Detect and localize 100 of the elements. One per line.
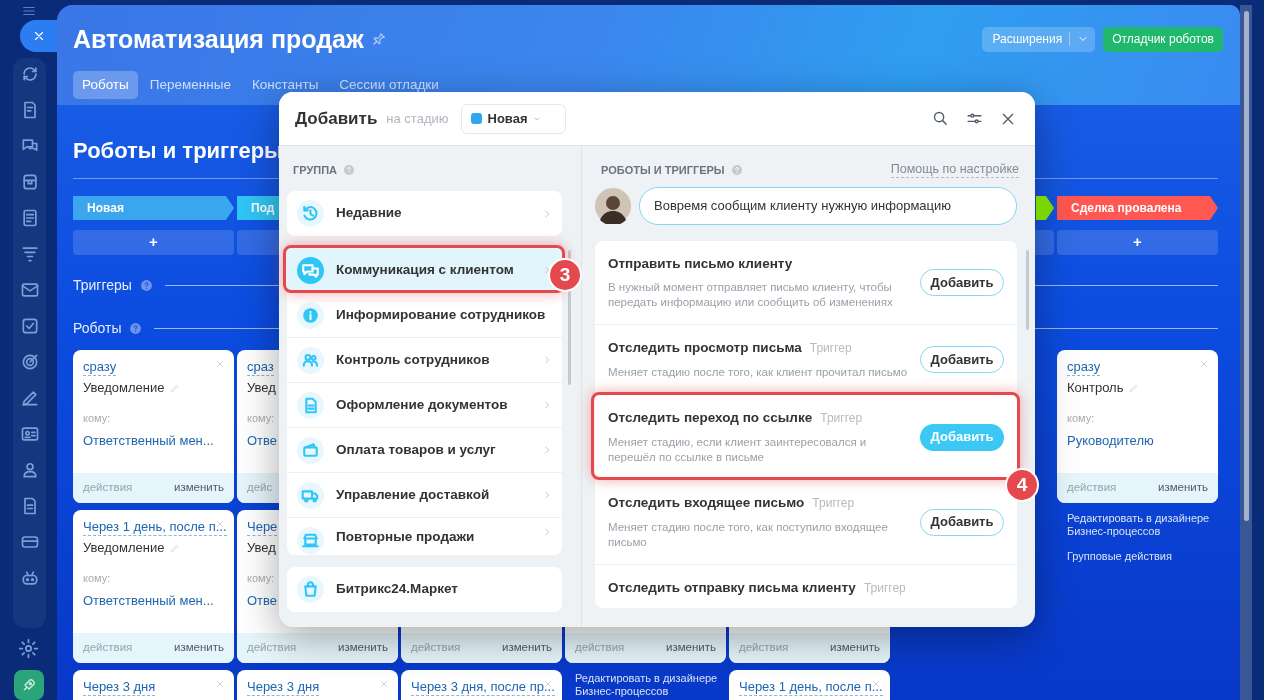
robot-type: Увед xyxy=(247,539,276,556)
scrollbar[interactable] xyxy=(568,250,571,385)
robot-description: В нужный момент отправляет письмо клиенту, чтобы передать информацию или сообщить об изменениях xyxy=(608,280,894,310)
delay-link[interactable]: Чере xyxy=(247,518,278,536)
id-card-icon[interactable] xyxy=(19,424,40,444)
delay-link[interactable]: Через 1 день, после п... xyxy=(739,678,883,696)
delay-link[interactable]: сразу xyxy=(1067,358,1101,376)
store-icon xyxy=(297,527,324,554)
history-icon xyxy=(297,200,324,227)
section-title: Роботы и триггеры xyxy=(73,138,284,164)
edit-link[interactable]: изменить xyxy=(173,479,224,497)
callout-badge: 4 xyxy=(1005,468,1039,502)
robot-description: Меняет стадию, если клиент заинтересовался и перешёл по ссылке в письме xyxy=(608,435,868,465)
pipeline-stage: Новая xyxy=(73,196,234,220)
document-icon xyxy=(297,391,324,419)
group-label: Битрикс24.Маркет xyxy=(336,580,458,599)
delay-link[interactable]: Через 3 дня xyxy=(247,678,320,696)
edit-link[interactable]: изменить xyxy=(665,639,716,657)
delay-link[interactable]: сраз xyxy=(247,358,274,376)
chevron-right-icon xyxy=(542,400,552,410)
trigger-tag: Триггер xyxy=(863,579,906,597)
robot-title: Отследить входящее письмо xyxy=(608,494,805,511)
group-item[interactable]: Оплата товаров и услуг xyxy=(287,428,562,473)
group-item[interactable]: Контроль сотрудников xyxy=(287,338,562,383)
designer-link[interactable]: Групповые действия xyxy=(1067,550,1212,563)
delay-link[interactable]: сразу xyxy=(83,358,117,376)
chevron-right-icon xyxy=(542,445,552,455)
group-label: Повторные продажи xyxy=(336,528,475,546)
wallet-icon xyxy=(297,436,324,464)
section-label: Триггеры xyxy=(73,276,132,295)
designer-link[interactable]: Редактировать в дизайнере Бизнес-процессов xyxy=(575,672,720,698)
trigger-tag: Триггер xyxy=(812,494,855,512)
chevron-right-icon xyxy=(542,208,552,219)
pipeline-stage: Сделка провалена xyxy=(1057,196,1218,220)
people-icon xyxy=(297,346,324,374)
robots-heading: РОБОТЫ И ТРИГГЕРЫ xyxy=(601,162,725,178)
robot-description: Меняет стадию после того, как поступило входящее письмо xyxy=(608,520,889,550)
designer-link[interactable]: Редактировать в дизайнере Бизнес-процессов xyxy=(1067,512,1212,538)
callout-badge: 3 xyxy=(548,258,582,292)
chat-icon xyxy=(297,256,324,284)
scrollbar[interactable] xyxy=(1243,11,1249,521)
search-icon[interactable] xyxy=(932,110,949,127)
delay-link[interactable]: Через 3 дня xyxy=(83,678,156,696)
robot-type: Увед xyxy=(247,379,276,396)
robot-description: Меняет стадию после того, как клиент прочитал письмо xyxy=(608,365,908,380)
group-label: Контроль сотрудников xyxy=(336,350,490,369)
recipient-label: кому: xyxy=(83,571,112,586)
recipient-label: кому: xyxy=(1067,411,1096,426)
info-icon xyxy=(297,301,324,329)
chevron-right-icon xyxy=(542,355,552,365)
add-robot-button[interactable]: + xyxy=(73,230,234,255)
help-link[interactable]: Помощь по настройке xyxy=(890,162,1019,178)
robot-type: Контроль xyxy=(1067,379,1124,396)
edit-link[interactable]: изменить xyxy=(501,639,552,657)
edit-link[interactable]: изменить xyxy=(1157,479,1208,497)
group-item[interactable]: Управление доставкой xyxy=(287,473,562,518)
dialog-title: Добавить xyxy=(295,107,378,130)
recipient-link[interactable]: Ответственный мен... xyxy=(83,430,224,450)
menu-icon[interactable] xyxy=(20,4,38,18)
edit-link[interactable]: изменить xyxy=(829,639,880,657)
robot-title: Отследить отправку письма клиенту xyxy=(608,579,856,596)
stage-dropdown[interactable]: Новая xyxy=(460,103,567,134)
recipient-link[interactable]: Руководителю xyxy=(1067,430,1208,450)
robot-type: Уведомление xyxy=(83,379,165,396)
group-label: Управление доставкой xyxy=(336,485,490,504)
trigger-tag: Триггер xyxy=(809,339,852,357)
hint-bubble: Вовремя сообщим клиенту нужную информацию xyxy=(639,187,1017,225)
bag-icon xyxy=(297,576,324,603)
group-item[interactable]: Повторные продажи xyxy=(287,518,562,555)
group-label: Коммуникация с клиентом xyxy=(336,260,514,279)
robot-title: Отследить просмотр письма xyxy=(608,339,802,356)
group-label: Оформление документов xyxy=(336,395,508,414)
recipient-label: кому: xyxy=(247,571,276,586)
section-label: Роботы xyxy=(73,319,122,338)
group-label: Информирование сотрудников xyxy=(336,305,546,324)
help-icon[interactable] xyxy=(139,279,153,292)
group-item[interactable]: Недавние xyxy=(287,191,562,236)
add-robot-button[interactable]: + xyxy=(1057,230,1218,255)
group-item[interactable]: Битрикс24.Маркет xyxy=(287,567,562,612)
edit-link[interactable]: изменить xyxy=(337,639,388,657)
group-label: Оплата товаров и услуг xyxy=(336,440,496,459)
group-item[interactable]: Оформление документов xyxy=(287,383,562,428)
stage-prompt: на стадию xyxy=(386,109,449,128)
help-icon[interactable] xyxy=(129,322,143,335)
delay-link[interactable]: Через 3 дня, после пр... xyxy=(411,678,555,696)
robot-title: Отправить письмо клиенту xyxy=(608,255,793,272)
scrollbar[interactable] xyxy=(1026,250,1029,330)
pin-icon[interactable] xyxy=(371,32,386,46)
page-title: Автоматизация продаж xyxy=(73,26,364,52)
recipient-link[interactable]: Ответственный мен... xyxy=(83,590,224,610)
close-button[interactable] xyxy=(20,20,57,52)
chevron-right-icon xyxy=(542,527,552,537)
mail-icon[interactable] xyxy=(19,280,40,300)
chevron-right-icon xyxy=(542,490,552,500)
edit-link[interactable]: изменить xyxy=(173,639,224,657)
rocket-button[interactable] xyxy=(14,670,44,700)
trigger-tag: Триггер xyxy=(820,409,863,427)
delay-link[interactable]: Через 1 день, после п... xyxy=(83,518,227,536)
group-heading: ГРУППА xyxy=(293,162,338,178)
recipient-label: кому: xyxy=(247,411,276,426)
